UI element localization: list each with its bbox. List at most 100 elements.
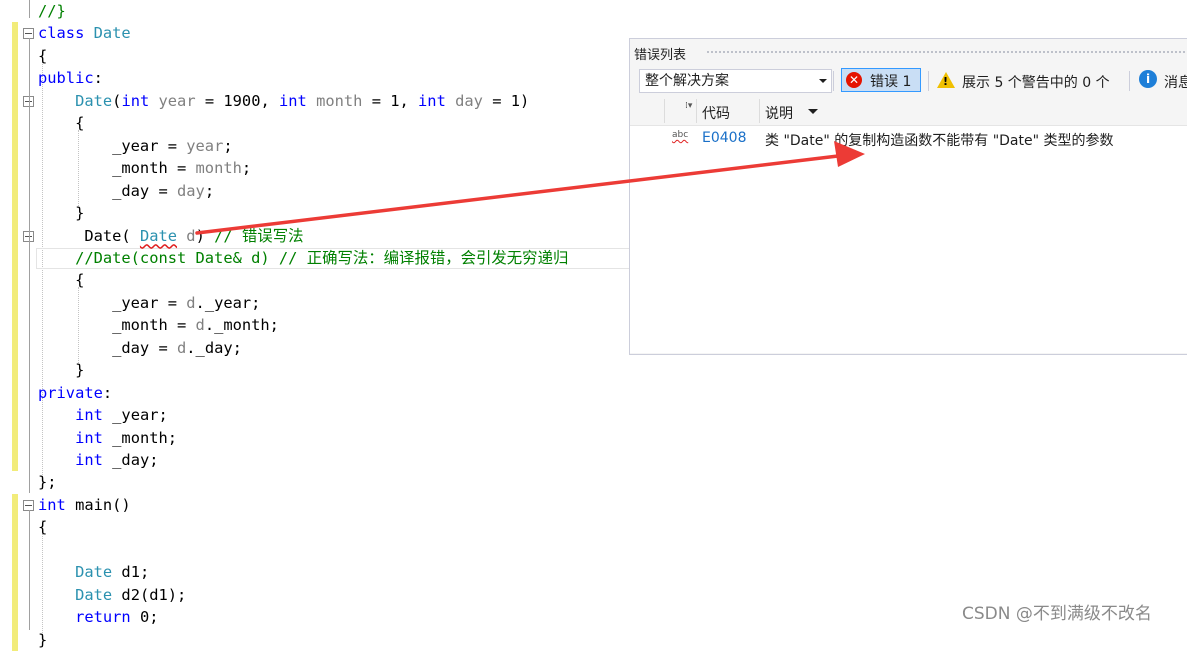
error-circle-icon: ✕ bbox=[846, 72, 862, 88]
code-token: _year; bbox=[102, 406, 168, 425]
code-line[interactable]: //Date(const Date& d) // 正确写法：编译报错，会引发无穷… bbox=[38, 247, 568, 269]
code-token: d bbox=[177, 338, 187, 357]
code-line[interactable]: _day = day; bbox=[38, 180, 214, 202]
error-list-titlebar[interactable]: 错误列表 bbox=[630, 39, 1187, 65]
code-line[interactable]: { bbox=[38, 45, 47, 67]
code-token: Date bbox=[93, 24, 131, 43]
chevron-down-icon bbox=[819, 79, 827, 83]
code-line[interactable]: Date d1; bbox=[38, 561, 149, 583]
code-token: d bbox=[195, 316, 205, 335]
code-line[interactable]: private: bbox=[38, 382, 112, 404]
code-line[interactable]: _month = month; bbox=[38, 157, 251, 179]
error-code[interactable]: E0408 bbox=[702, 130, 746, 146]
code-token: } bbox=[38, 204, 85, 223]
code-line[interactable]: }; bbox=[38, 471, 57, 493]
column-divider[interactable] bbox=[664, 99, 665, 123]
code-line[interactable]: _year = d._year; bbox=[38, 292, 260, 314]
code-token: month bbox=[306, 91, 363, 110]
messages-filter-label[interactable]: 消息 bbox=[1164, 72, 1187, 92]
column-divider[interactable] bbox=[759, 99, 760, 123]
code-token: _year = bbox=[38, 293, 187, 312]
column-header-code[interactable]: 代码 bbox=[702, 103, 730, 123]
scope-dropdown-value: 整个解决方案 bbox=[645, 73, 729, 89]
code-line[interactable]: int _month; bbox=[38, 427, 177, 449]
code-line[interactable]: Date d2(d1); bbox=[38, 584, 186, 606]
column-divider[interactable] bbox=[696, 99, 697, 123]
code-token: ) bbox=[195, 226, 215, 245]
sort-down-icon[interactable] bbox=[808, 109, 818, 114]
code-token: { bbox=[38, 518, 48, 537]
code-token: { bbox=[38, 114, 85, 133]
code-line[interactable]: //} bbox=[38, 0, 66, 22]
outline-guide bbox=[29, 0, 30, 18]
code-token: int bbox=[121, 91, 150, 110]
code-line[interactable]: int _year; bbox=[38, 404, 168, 426]
code-token: day bbox=[177, 181, 205, 200]
code-line[interactable]: public: bbox=[38, 67, 103, 89]
error-list-title: 错误列表 bbox=[634, 48, 687, 63]
code-token: ; bbox=[241, 159, 252, 178]
code-line[interactable]: int _day; bbox=[38, 449, 159, 471]
code-line[interactable]: return 0; bbox=[38, 606, 159, 628]
code-token: int bbox=[279, 91, 307, 110]
code-token: 0; bbox=[130, 608, 159, 627]
code-token: _month; bbox=[102, 428, 178, 447]
code-token: { bbox=[38, 46, 48, 65]
code-token: private bbox=[38, 383, 103, 402]
warning-triangle-icon[interactable]: ! bbox=[937, 72, 955, 88]
code-line[interactable]: } bbox=[38, 202, 84, 224]
code-line[interactable]: Date( Date d) // 错误写法 bbox=[38, 225, 303, 247]
code-token: _day; bbox=[102, 451, 159, 469]
code-line[interactable]: class Date bbox=[38, 22, 131, 44]
code-token: } bbox=[38, 361, 85, 380]
code-token: } bbox=[38, 630, 48, 649]
toolbar-separator bbox=[1129, 71, 1130, 91]
code-token: int bbox=[38, 495, 66, 514]
column-filter-icon[interactable]: ⁞▾ bbox=[685, 101, 692, 111]
errors-filter-label: 错误 1 bbox=[870, 74, 912, 90]
code-line[interactable]: _year = year; bbox=[38, 135, 233, 157]
code-token: //} bbox=[38, 2, 66, 20]
code-line[interactable]: } bbox=[38, 629, 47, 651]
code-token: _day = bbox=[38, 338, 177, 357]
code-line[interactable]: { bbox=[38, 269, 84, 291]
abc-squiggle-icon: abc bbox=[672, 130, 689, 140]
code-token: year bbox=[186, 136, 224, 155]
info-circle-icon[interactable]: i bbox=[1139, 70, 1157, 88]
code-token: = 1, bbox=[362, 91, 419, 110]
scope-dropdown[interactable]: 整个解决方案 bbox=[639, 69, 832, 93]
change-marker bbox=[12, 22, 18, 472]
code-token: public bbox=[38, 69, 94, 88]
code-token: day bbox=[445, 91, 483, 110]
code-token: _day = bbox=[38, 181, 177, 200]
toolbar-separator bbox=[833, 71, 834, 91]
change-marker bbox=[12, 493, 18, 651]
code-token: int bbox=[75, 428, 103, 447]
code-line[interactable]: } bbox=[38, 359, 84, 381]
code-token: class bbox=[38, 24, 85, 43]
code-line[interactable]: Date(int year = 1900, int month = 1, int… bbox=[38, 90, 529, 112]
code-token: ._day; bbox=[186, 338, 242, 357]
titlebar-grip[interactable] bbox=[706, 50, 1186, 54]
errors-filter-button[interactable]: ✕ 错误 1 bbox=[841, 68, 921, 92]
code-line[interactable]: int main() bbox=[38, 494, 131, 516]
code-token: ; bbox=[223, 136, 233, 155]
code-token: Date bbox=[75, 91, 113, 110]
column-header-description[interactable]: 说明 bbox=[765, 103, 793, 123]
error-list-toolbar: 整个解决方案 ✕ 错误 1 ! 展示 5 个警告中的 0 个 i 消息 bbox=[630, 66, 1187, 96]
code-token: ._month; bbox=[204, 316, 279, 335]
code-line[interactable]: { bbox=[38, 516, 47, 538]
code-line[interactable]: { bbox=[38, 112, 84, 134]
warnings-filter-label[interactable]: 展示 5 个警告中的 0 个 bbox=[962, 72, 1110, 92]
code-line[interactable]: _month = d._month; bbox=[38, 314, 279, 336]
code-token: int bbox=[75, 406, 103, 425]
code-line[interactable]: _day = d._day; bbox=[38, 337, 242, 359]
error-row[interactable]: abc E0408 类 "Date" 的复制构造函数不能带有 "Date" 类型… bbox=[630, 127, 1187, 151]
error-list-grid: ⁞▾ 代码 说明 abc E0408 类 "Date" 的复制构造函数不能带有 … bbox=[630, 97, 1187, 353]
code-token: _month = bbox=[38, 316, 196, 335]
